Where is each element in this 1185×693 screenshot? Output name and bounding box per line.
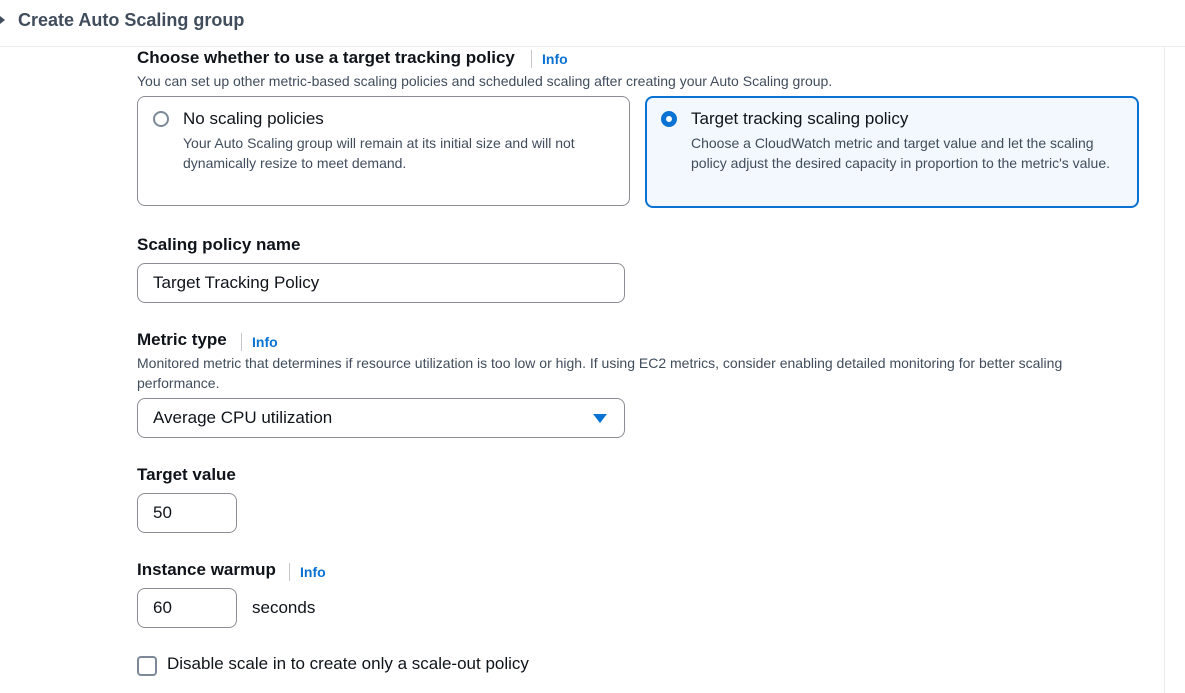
warmup-label: Instance warmup <box>137 560 276 579</box>
disable-scale-in-label[interactable]: Disable scale in to create only a scale-… <box>167 654 529 674</box>
option-no-scaling-policies[interactable]: No scaling policies Your Auto Scaling gr… <box>137 96 630 206</box>
page: Create Auto Scaling group Choose whether… <box>0 0 1185 693</box>
policy-choice-description: You can set up other metric-based scalin… <box>137 73 833 89</box>
metric-type-select[interactable]: Average CPU utilization <box>137 398 625 438</box>
policy-choice-info-link[interactable]: Info <box>531 50 568 68</box>
target-value-input[interactable]: 50 <box>137 493 237 533</box>
radio-no-scaling[interactable] <box>153 111 169 127</box>
page-title: Create Auto Scaling group <box>18 10 245 30</box>
disable-scale-in-checkbox[interactable] <box>137 656 157 676</box>
warmup-info-link[interactable]: Info <box>289 563 326 581</box>
target-value-label: Target value <box>137 465 236 484</box>
option-description: Your Auto Scaling group will remain at i… <box>183 135 575 171</box>
option-title: No scaling policies <box>183 109 324 128</box>
caret-down-icon <box>593 414 607 423</box>
option-title: Target tracking scaling policy <box>691 109 909 128</box>
caret-right-icon[interactable] <box>0 16 5 24</box>
metric-type-description: Monitored metric that determines if reso… <box>137 355 1063 391</box>
option-description: Choose a CloudWatch metric and target va… <box>691 135 1111 171</box>
warmup-input[interactable]: 60 <box>137 588 237 628</box>
policy-choice-heading: Choose whether to use a target tracking … <box>137 48 515 67</box>
header-bar: Create Auto Scaling group <box>0 0 1185 47</box>
panel-divider <box>1164 47 1165 693</box>
policy-name-input[interactable]: Target Tracking Policy <box>137 263 625 303</box>
policy-name-label: Scaling policy name <box>137 235 301 254</box>
option-target-tracking[interactable]: Target tracking scaling policy Choose a … <box>645 96 1139 208</box>
warmup-unit: seconds <box>252 598 316 617</box>
metric-type-label: Metric type <box>137 330 227 349</box>
metric-type-selected-value: Average CPU utilization <box>153 408 333 427</box>
metric-type-info-link[interactable]: Info <box>241 333 278 351</box>
radio-target-tracking[interactable] <box>661 111 677 127</box>
